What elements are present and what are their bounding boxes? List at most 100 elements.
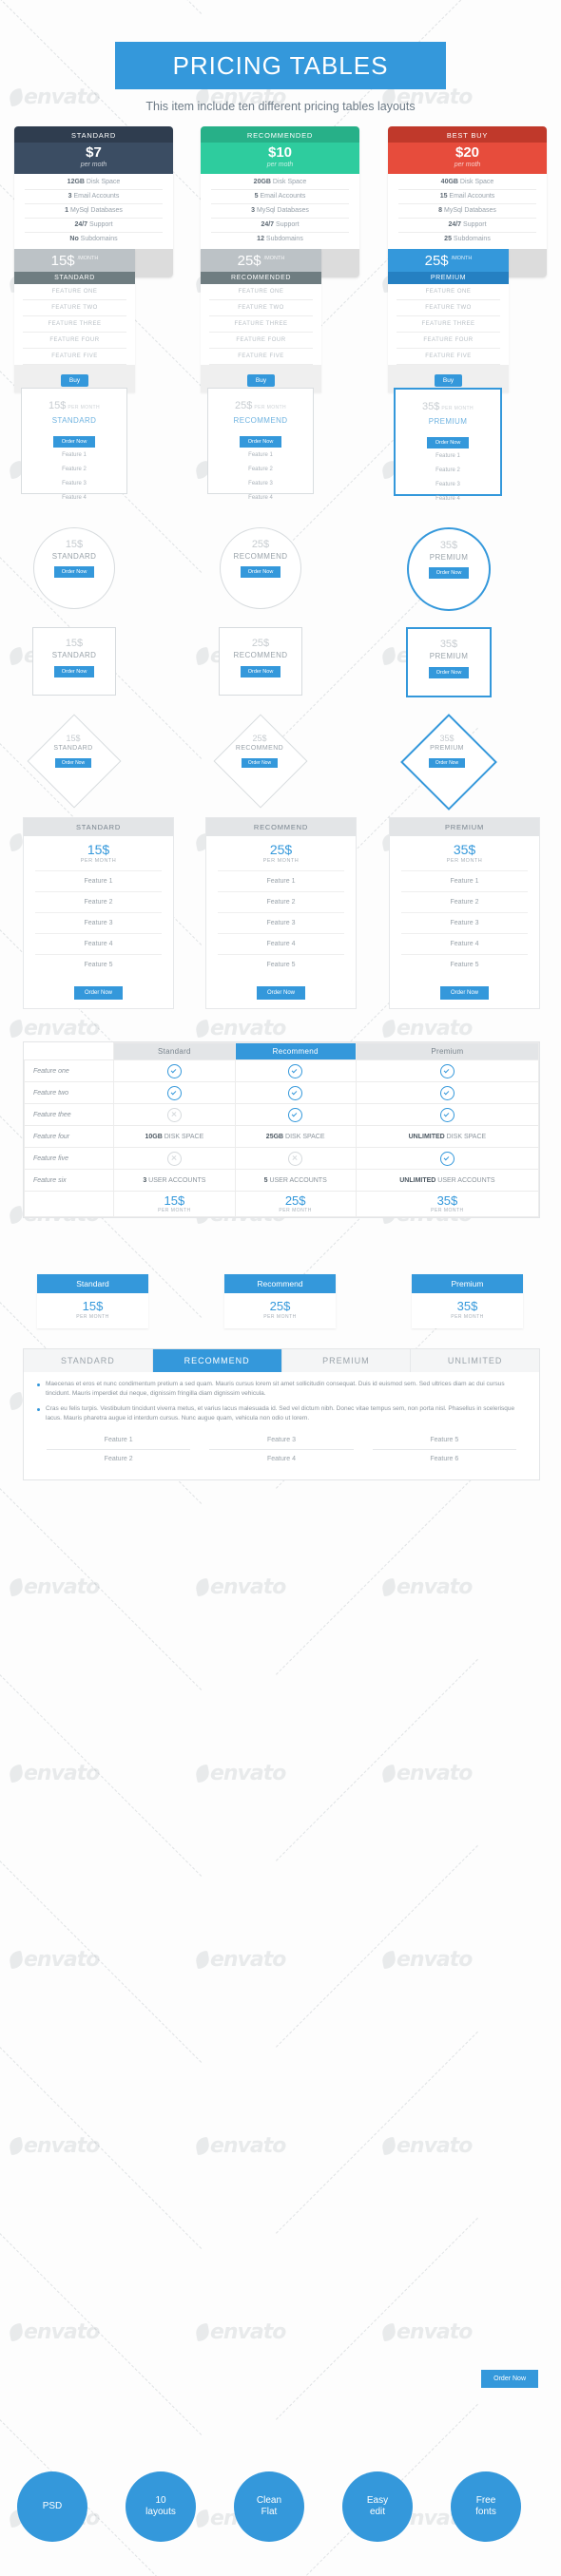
feature-label: Subdomains — [78, 236, 118, 242]
feature-row: 3 Email Accounts — [25, 190, 163, 204]
feature-row: 24/7 Support — [398, 219, 536, 233]
plan-name: STANDARD — [51, 552, 97, 561]
watermark-logo: envato — [194, 1575, 286, 1599]
order-now-button[interactable]: Order Now — [481, 2370, 538, 2388]
plan-name: STANDARD — [51, 651, 97, 659]
table-row: Feature two — [23, 1081, 540, 1104]
feature-column-2: Feature 3 Feature 4 — [200, 1431, 362, 1468]
order-now-button[interactable]: Order Now — [428, 667, 470, 678]
row-label: Feature five — [23, 1147, 115, 1170]
price-amount: 25$ — [251, 539, 270, 550]
plan-price: 15$ PER MONTH — [22, 389, 126, 413]
order-now-button[interactable]: Order Now — [240, 666, 281, 677]
price-amount: 15$ — [82, 1299, 104, 1313]
feature-label: MySql Databases — [68, 207, 123, 214]
section-badges: PSD 10 layouts Clean Flat Easy edit Free fonts — [0, 2471, 561, 2557]
order-now-button[interactable]: Order Now — [241, 758, 279, 768]
feature-row: Feature 4 — [62, 494, 87, 501]
feature-label: Support — [274, 221, 300, 228]
price-period: /MONTH — [263, 256, 285, 261]
feature-row: 1 MySql Databases — [25, 204, 163, 219]
watermark-text: envato — [397, 2134, 473, 2158]
preview-page: PRICING TABLES This item include ten dif… — [0, 0, 561, 2576]
feature-row: Feature 5 — [401, 954, 528, 975]
plan-name: RECOMMEND — [233, 651, 288, 659]
order-now-button[interactable]: Order Now — [439, 986, 489, 1000]
watermark-line — [276, 1472, 478, 1675]
tab-premium[interactable]: PREMIUM — [282, 1349, 412, 1372]
header-card-1: Standard 15$ PER MONTH — [37, 1274, 148, 1328]
feature-row: Feature 1 — [248, 451, 273, 458]
badge-line-2: Flat — [261, 2507, 278, 2517]
tab-recommend[interactable]: RECOMMEND — [152, 1349, 282, 1372]
tab-unlimited[interactable]: UNLIMITED — [411, 1349, 539, 1372]
price-period: PER MONTH — [279, 1208, 312, 1214]
row-label: Feature six — [23, 1169, 115, 1192]
price-amount: $10 — [267, 144, 293, 161]
diamond-content: 15$ STANDARD Order Now — [30, 717, 116, 803]
plan-name: PREMIUM — [429, 652, 469, 660]
feature-row: Feature 3 — [35, 912, 162, 933]
order-now-button[interactable]: Order Now — [73, 986, 123, 1000]
plan-price: 25$/MONTH — [201, 249, 321, 272]
buy-button[interactable]: Buy — [434, 374, 463, 387]
column-header-3: Premium — [355, 1042, 540, 1060]
table-cell — [234, 1147, 357, 1170]
plan-price: $10 per moth — [201, 143, 359, 174]
cell-label: DISK SPACE — [444, 1133, 487, 1140]
price-period: per moth — [80, 161, 107, 168]
diamond-card-3: 35$ PREMIUM Order Now — [400, 714, 497, 811]
plan-price: 15$ PER MONTH — [24, 836, 173, 870]
table-cell: UNLIMITED DISK SPACE — [355, 1125, 540, 1148]
badge-line-1: PSD — [42, 2500, 63, 2511]
plan-name: STANDARD — [14, 272, 135, 284]
watermark-text: envato — [24, 1017, 100, 1040]
feature-row: FEATURE ONE — [209, 284, 313, 300]
feature-label: Support — [87, 221, 113, 228]
feature-row: Feature 5 — [35, 954, 162, 975]
watermark-line — [276, 1658, 478, 1861]
tab-standard[interactable]: STANDARD — [24, 1349, 153, 1372]
plan-name: STANDARD — [14, 126, 173, 143]
watermark-logo: envato — [8, 2320, 100, 2344]
plan-price: $20 per moth — [388, 143, 547, 174]
order-now-button[interactable]: Order Now — [426, 437, 470, 448]
cell-label: DISK SPACE — [283, 1133, 325, 1140]
feature-row: FEATURE TWO — [397, 300, 500, 316]
buy-button[interactable]: Buy — [60, 374, 89, 387]
order-now-button[interactable]: Order Now — [53, 566, 95, 578]
order-now-button[interactable]: Order Now — [54, 758, 92, 768]
price-period: PER MONTH — [80, 858, 117, 864]
order-now-button[interactable]: Order Now — [53, 666, 95, 677]
order-now-button[interactable]: Order Now — [428, 567, 470, 579]
feature-row: FEATURE FIVE — [209, 349, 313, 365]
check-icon — [166, 1085, 182, 1100]
watermark-line — [276, 2031, 478, 2234]
table-cell — [234, 1081, 357, 1104]
bullet-text: Cras eu felis turpis. Vestibulum tincidu… — [46, 1405, 515, 1422]
price-amount: 25$ — [269, 842, 293, 857]
watermark-text: envato — [210, 1017, 286, 1040]
cell-value: UNLIMITED — [399, 1176, 436, 1184]
feature-row: FEATURE FOUR — [397, 333, 500, 349]
order-now-button[interactable]: Order Now — [52, 436, 96, 448]
badge-line-1: 10 — [155, 2494, 166, 2506]
table-cell — [355, 1103, 540, 1126]
table-cell — [113, 1147, 236, 1170]
watermark-line — [276, 1844, 478, 2048]
plan-name: Standard — [37, 1274, 148, 1293]
wide-card-3: PREMIUM 35$ PER MONTH Feature 1 Feature 2 Fea… — [389, 817, 540, 1009]
feature-row: Feature 1 — [401, 870, 528, 891]
buy-button[interactable]: Buy — [246, 374, 276, 387]
order-now-button[interactable]: Order Now — [256, 986, 305, 1000]
price-row-label — [23, 1191, 115, 1217]
order-now-button[interactable]: Order Now — [428, 758, 466, 768]
feature-row: 24/7 Support — [211, 219, 349, 233]
plan-price: 35$ PER MONTH — [390, 836, 539, 870]
feature-row: FEATURE FOUR — [23, 333, 126, 349]
plan-name: Recommend — [224, 1274, 336, 1293]
order-now-button[interactable]: Order Now — [240, 566, 281, 578]
watermark-logo: envato — [194, 2320, 286, 2344]
watermark-text: envato — [397, 1762, 473, 1785]
order-now-button[interactable]: Order Now — [239, 436, 282, 448]
